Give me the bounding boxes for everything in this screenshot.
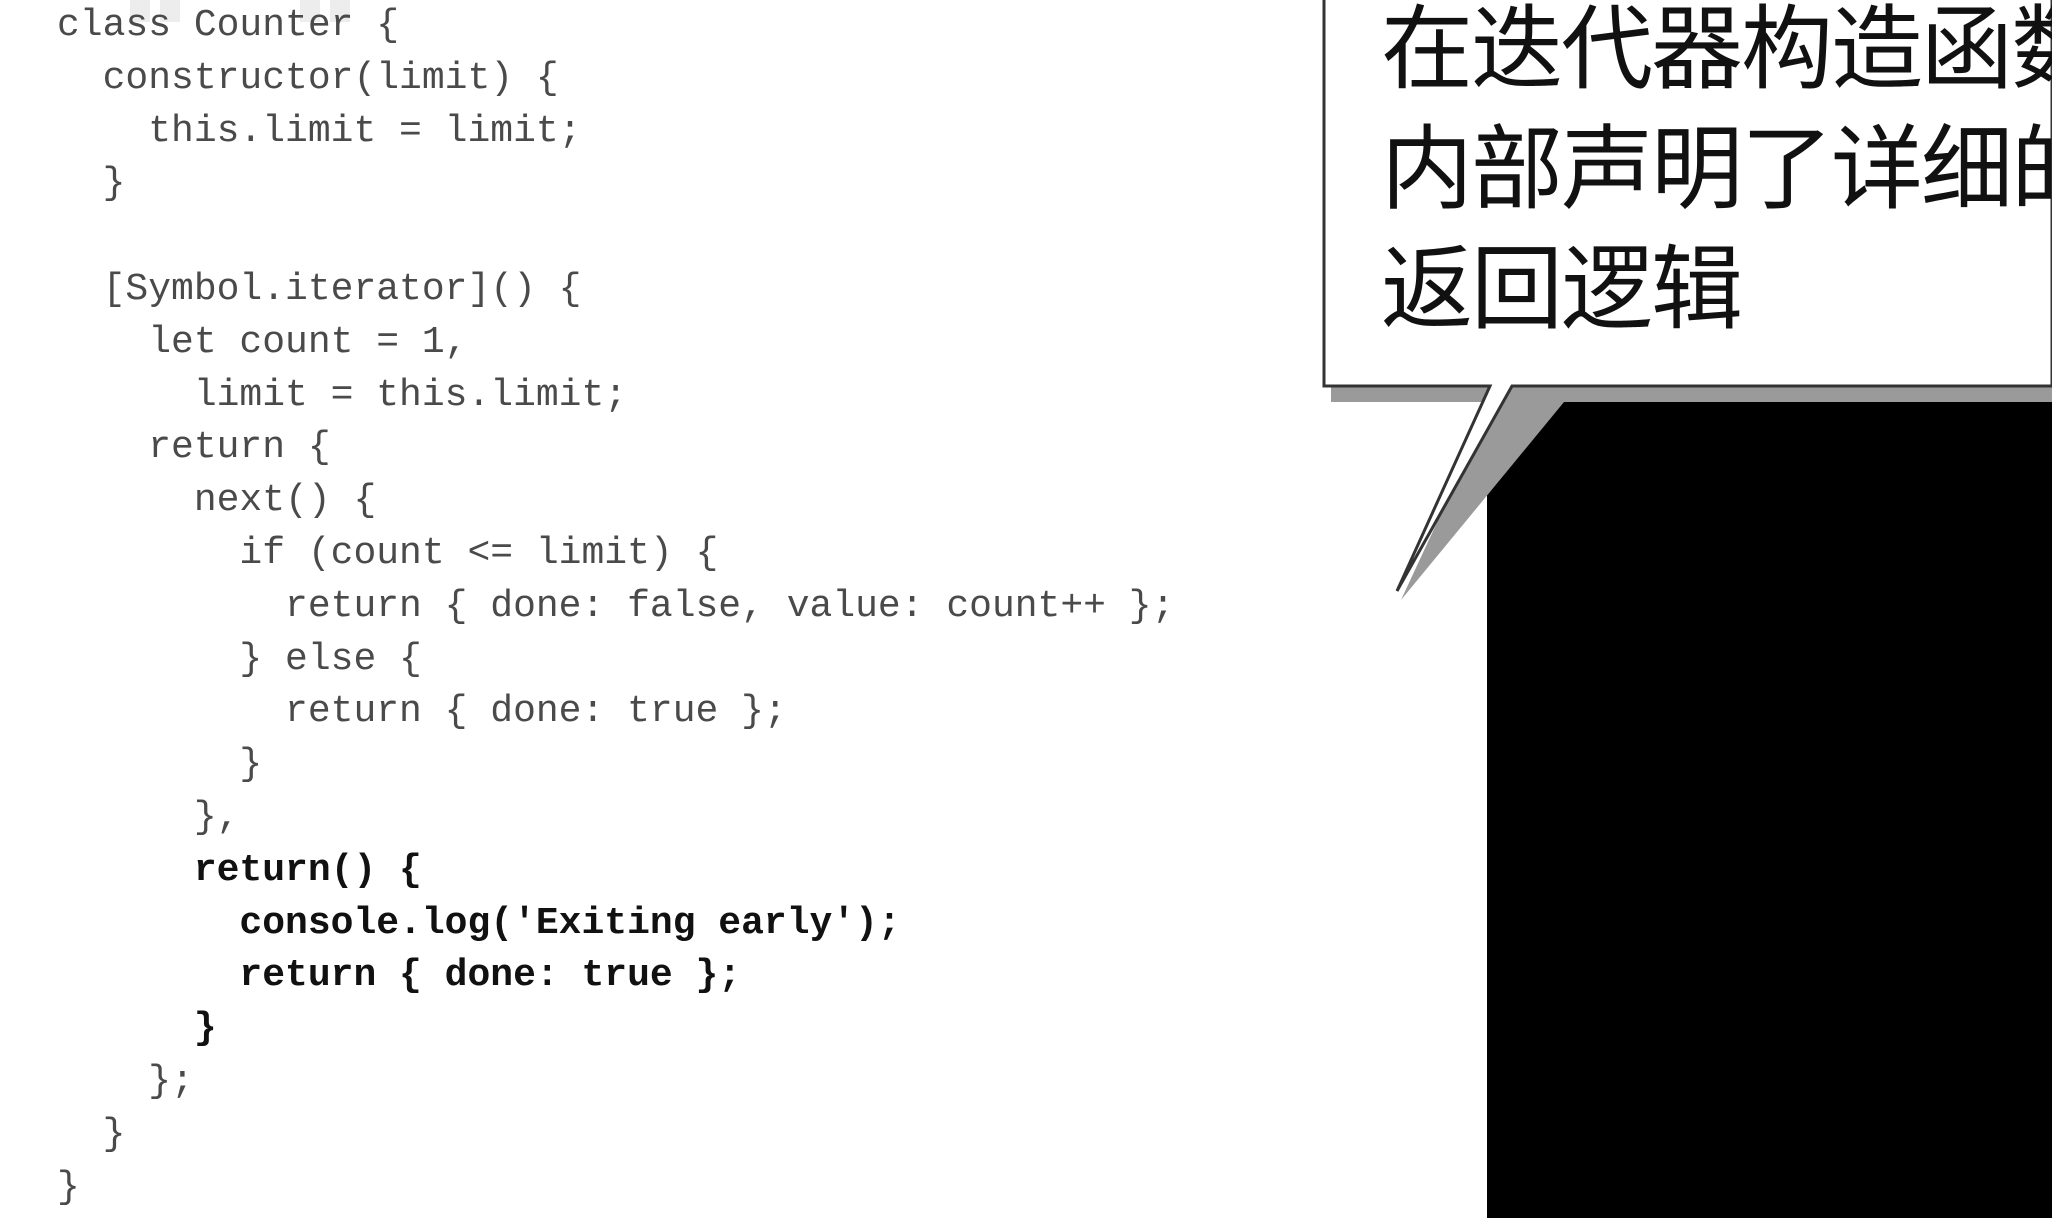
code-line: if (count <= limit) {	[57, 531, 719, 575]
code-line: return() {	[57, 848, 422, 892]
code-line: return {	[57, 426, 331, 470]
code-line: return { done: false, value: count++ };	[57, 584, 1175, 628]
code-listing: class Counter { constructor(limit) { thi…	[57, 0, 1497, 1214]
code-line: class Counter {	[57, 4, 400, 47]
code-line: constructor(limit) {	[57, 56, 559, 100]
code-line: [Symbol.iterator]() {	[57, 267, 582, 311]
code-line: return { done: true };	[57, 690, 787, 734]
code-line: let count = 1,	[57, 320, 468, 364]
code-line: return { done: true };	[57, 954, 742, 998]
code-line: next() {	[57, 479, 377, 523]
code-line: this.limit = limit;	[57, 109, 582, 153]
code-line: console.log('Exiting early');	[57, 901, 901, 945]
code-line: },	[57, 795, 240, 839]
code-line: }	[57, 1112, 126, 1156]
code-line: }	[57, 162, 126, 206]
code-line: }	[57, 1165, 80, 1209]
code-line: }	[57, 1007, 217, 1051]
code-line: }	[57, 743, 263, 787]
code-line: } else {	[57, 637, 422, 681]
code-line: limit = this.limit;	[57, 373, 628, 417]
code-line: };	[57, 1059, 194, 1103]
